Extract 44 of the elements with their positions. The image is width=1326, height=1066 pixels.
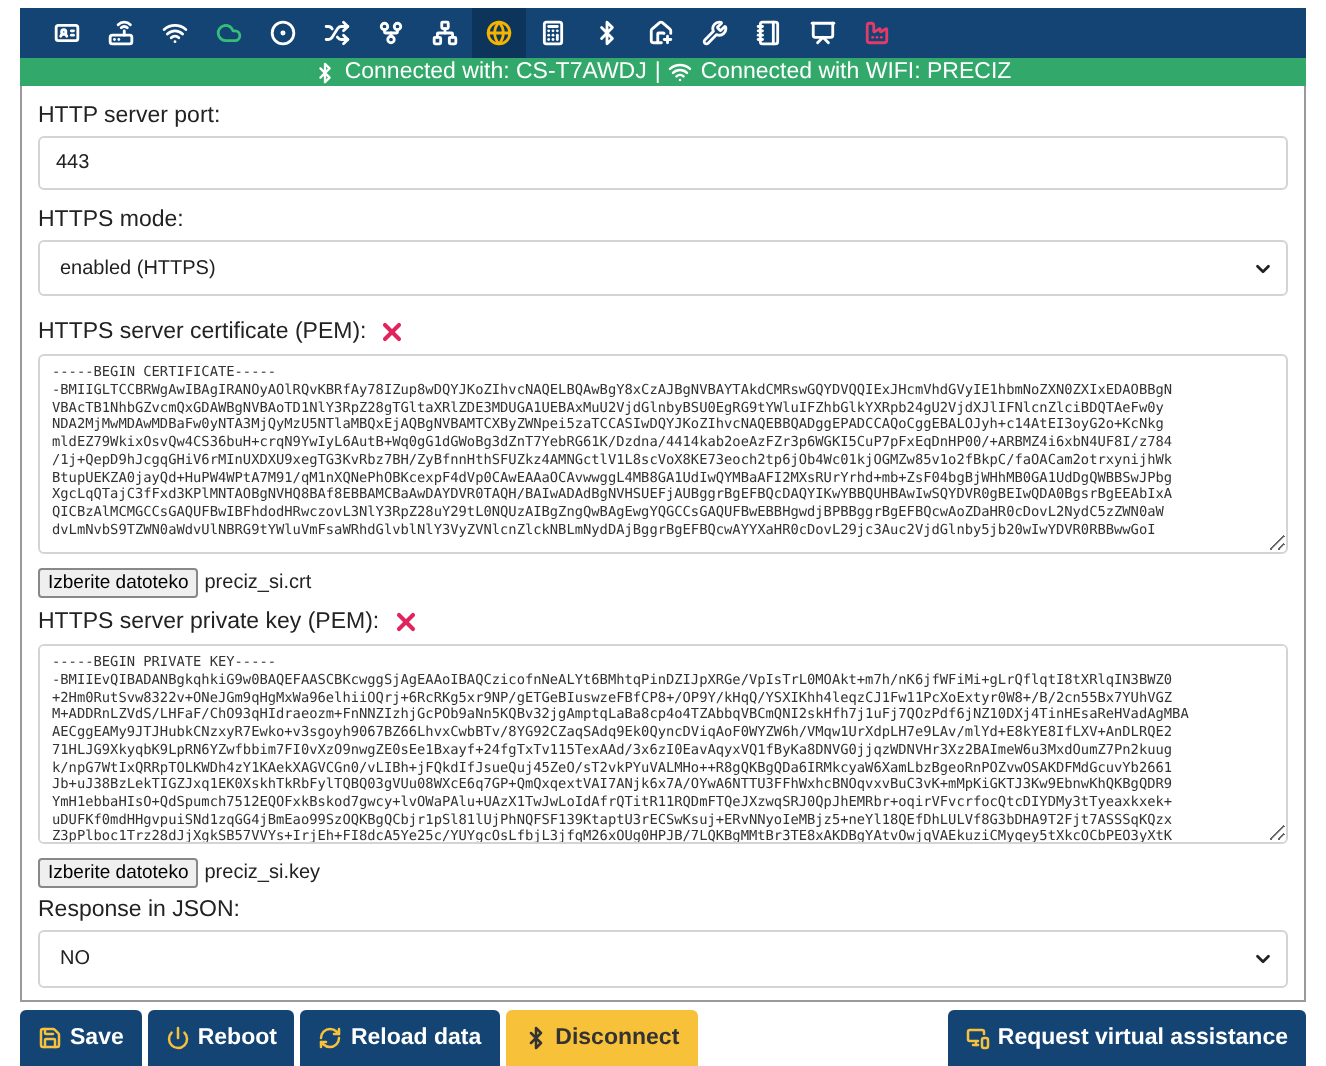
branch-icon: [378, 20, 404, 47]
cloud-icon: [216, 20, 242, 47]
id-card-icon: [54, 20, 80, 47]
network-icon: [432, 20, 458, 47]
assistance-button[interactable]: Request virtual assistance: [947, 1010, 1306, 1066]
power-icon: [165, 1026, 190, 1050]
house-icon: [648, 20, 674, 47]
save-button[interactable]: Save: [20, 1010, 142, 1066]
notebook-icon: [756, 20, 782, 47]
wifi-icon: [162, 20, 188, 47]
toolbar-button[interactable]: [472, 8, 526, 59]
monitor-icon: [965, 1026, 990, 1050]
refresh-icon: [318, 1026, 343, 1050]
input-field[interactable]: 443: [38, 136, 1288, 190]
reboot-button[interactable]: Reboot: [147, 1010, 295, 1066]
file-name: preciz_si.crt: [204, 572, 312, 595]
router-icon: [108, 20, 134, 47]
choose-file-button[interactable]: Izberite datoteko: [38, 858, 199, 889]
choose-file-button[interactable]: Izberite datoteko: [38, 568, 199, 599]
bluetooth-icon: [314, 61, 337, 84]
select-field[interactable]: NO: [38, 930, 1288, 988]
calculator-icon: [540, 20, 566, 47]
close-icon[interactable]: [391, 608, 420, 637]
save-icon: [38, 1026, 62, 1050]
select-field[interactable]: enabled (HTTPS): [38, 239, 1288, 297]
close-icon[interactable]: [378, 318, 407, 347]
field-label: HTTPS mode:: [38, 207, 184, 232]
reload-button[interactable]: Reload data: [300, 1010, 500, 1066]
field-label: HTTPS server private key (PEM):: [38, 610, 380, 635]
status-text: Connected with: CS-T7AWDJ: [344, 60, 647, 85]
wrench-icon: [702, 20, 728, 47]
separator: |: [654, 60, 661, 85]
shuffle-icon: [324, 20, 350, 47]
globe-icon: [486, 20, 512, 47]
factory-icon: [864, 20, 890, 47]
field-label: HTTPS server certificate (PEM):: [38, 320, 367, 345]
file-name: preciz_si.key: [204, 862, 321, 885]
field-label: Response in JSON:: [38, 898, 240, 923]
wifi-icon: [668, 60, 693, 85]
bluetooth-icon: [594, 20, 620, 47]
field-label: HTTP server port:: [38, 104, 221, 128]
presentation-icon: [810, 20, 836, 47]
status-text: Connected with WIFI: PRECIZ: [700, 60, 1012, 85]
disconnect-button[interactable]: Disconnect: [505, 1010, 698, 1066]
